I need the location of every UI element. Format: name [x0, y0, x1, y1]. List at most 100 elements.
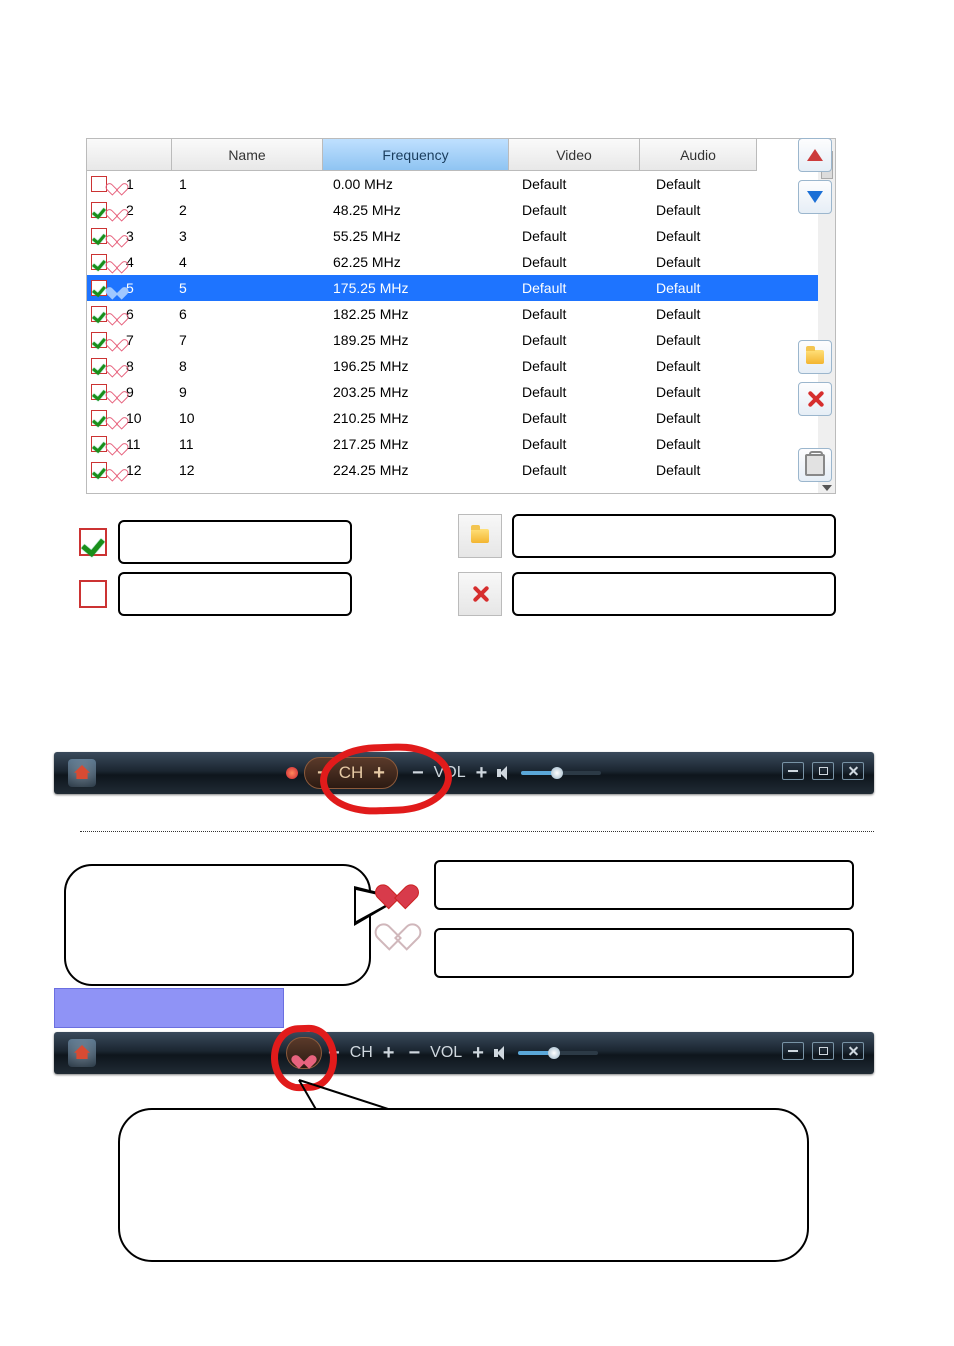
favorite-heart-icon[interactable]	[110, 464, 124, 476]
volume-minus[interactable]: −	[408, 1042, 420, 1065]
cell-name: 12	[175, 462, 329, 478]
trash-button[interactable]	[798, 448, 832, 482]
legend-slot-heart-off	[434, 928, 854, 978]
table-row[interactable]: 55175.25 MHzDefaultDefault	[87, 275, 818, 301]
header-video[interactable]: Video	[509, 139, 640, 171]
move-up-button[interactable]	[798, 138, 832, 172]
side-buttons	[795, 138, 835, 482]
enable-checkbox[interactable]	[91, 436, 107, 452]
scroll-down-icon[interactable]	[822, 485, 832, 491]
header-blank[interactable]	[87, 139, 172, 171]
favorite-heart-icon[interactable]	[110, 178, 124, 190]
volume-plus[interactable]: +	[476, 762, 488, 785]
unchecked-box-icon	[78, 579, 108, 609]
table-row[interactable]: 1212224.25 MHzDefaultDefault	[87, 457, 818, 483]
arrow-down-icon	[807, 191, 823, 203]
favorite-heart-icon[interactable]	[110, 438, 124, 450]
channel-control[interactable]: − CH +	[304, 757, 398, 789]
table-row[interactable]: 3355.25 MHzDefaultDefault	[87, 223, 818, 249]
header-name[interactable]: Name	[172, 139, 323, 171]
favorite-callout	[54, 856, 874, 996]
open-button[interactable]	[798, 340, 832, 374]
maximize-button[interactable]	[812, 1042, 834, 1060]
cell-video: Default	[518, 358, 652, 374]
record-indicator-icon	[286, 767, 298, 779]
table-row[interactable]: 99203.25 MHzDefaultDefault	[87, 379, 818, 405]
trash-icon	[805, 454, 825, 476]
favorite-heart-icon[interactable]	[110, 204, 124, 216]
table-row[interactable]: 88196.25 MHzDefaultDefault	[87, 353, 818, 379]
row-icons: 1	[87, 176, 175, 192]
channel-minus[interactable]: −	[328, 1042, 340, 1065]
row-icons: 11	[87, 436, 175, 452]
volume-control[interactable]: − VOL +	[408, 1042, 597, 1065]
favorite-heart-icon[interactable]	[110, 334, 124, 346]
enable-checkbox[interactable]	[91, 254, 107, 270]
close-button[interactable]	[842, 762, 864, 780]
minimize-button[interactable]	[782, 762, 804, 780]
maximize-button[interactable]	[812, 762, 834, 780]
volume-slider[interactable]	[518, 1051, 598, 1055]
channel-plus[interactable]: +	[383, 1042, 395, 1065]
channel-label: CH	[339, 763, 364, 783]
row-icons: 5	[87, 280, 175, 296]
move-down-button[interactable]	[798, 180, 832, 214]
home-button[interactable]	[68, 1039, 96, 1067]
table-row[interactable]: 66182.25 MHzDefaultDefault	[87, 301, 818, 327]
cell-name: 2	[175, 202, 329, 218]
legend-slot-checked	[118, 520, 352, 564]
header-audio[interactable]: Audio	[640, 139, 757, 171]
favorite-heart-icon[interactable]	[110, 360, 124, 372]
enable-checkbox[interactable]	[91, 410, 107, 426]
legend-delete-button	[458, 572, 502, 616]
cell-frequency: 55.25 MHz	[329, 228, 518, 244]
cell-video: Default	[518, 462, 652, 478]
speaker-icon[interactable]	[494, 1046, 508, 1060]
favorite-heart-icon[interactable]	[110, 386, 124, 398]
favorite-toggle[interactable]	[286, 1037, 322, 1069]
favorite-heart-icon[interactable]	[110, 256, 124, 268]
checked-box-icon	[78, 527, 108, 557]
enable-checkbox[interactable]	[91, 280, 107, 296]
row-icons: 7	[87, 332, 175, 348]
close-button[interactable]	[842, 1042, 864, 1060]
delete-button[interactable]	[798, 382, 832, 416]
legend-open-button	[458, 514, 502, 558]
enable-checkbox[interactable]	[91, 332, 107, 348]
channel-control[interactable]: − CH +	[328, 1042, 394, 1065]
enable-checkbox[interactable]	[91, 228, 107, 244]
header-frequency[interactable]: Frequency	[323, 139, 509, 171]
arrow-up-icon	[807, 149, 823, 161]
favorite-heart-icon[interactable]	[110, 308, 124, 320]
cell-frequency: 189.25 MHz	[329, 332, 518, 348]
minimize-button[interactable]	[782, 1042, 804, 1060]
table-row[interactable]: 1010210.25 MHzDefaultDefault	[87, 405, 818, 431]
channel-table: Name Frequency Video Audio 110.00 MHzDef…	[86, 138, 836, 494]
favorite-heart-icon[interactable]	[110, 282, 124, 294]
table-row[interactable]: 2248.25 MHzDefaultDefault	[87, 197, 818, 223]
home-button[interactable]	[68, 759, 96, 787]
favorite-heart-icon[interactable]	[110, 412, 124, 424]
cell-video: Default	[518, 176, 652, 192]
enable-checkbox[interactable]	[91, 384, 107, 400]
cell-video: Default	[518, 202, 652, 218]
cell-name: 1	[175, 176, 329, 192]
speaker-icon[interactable]	[497, 766, 511, 780]
enable-checkbox[interactable]	[91, 462, 107, 478]
cell-name: 9	[175, 384, 329, 400]
table-row[interactable]: 1111217.25 MHzDefaultDefault	[87, 431, 818, 457]
table-header: Name Frequency Video Audio	[87, 139, 818, 171]
volume-control[interactable]: − CH VOL +	[412, 762, 601, 785]
enable-checkbox[interactable]	[91, 306, 107, 322]
table-row[interactable]: 4462.25 MHzDefaultDefault	[87, 249, 818, 275]
favorite-heart-icon[interactable]	[110, 230, 124, 242]
volume-slider[interactable]	[521, 771, 601, 775]
table-row[interactable]: 110.00 MHzDefaultDefault	[87, 171, 818, 197]
volume-minus[interactable]: −	[412, 762, 424, 785]
table-row[interactable]: 77189.25 MHzDefaultDefault	[87, 327, 818, 353]
enable-checkbox[interactable]	[91, 202, 107, 218]
enable-checkbox[interactable]	[91, 176, 107, 192]
enable-checkbox[interactable]	[91, 358, 107, 374]
cell-frequency: 196.25 MHz	[329, 358, 518, 374]
volume-plus[interactable]: +	[472, 1042, 484, 1065]
